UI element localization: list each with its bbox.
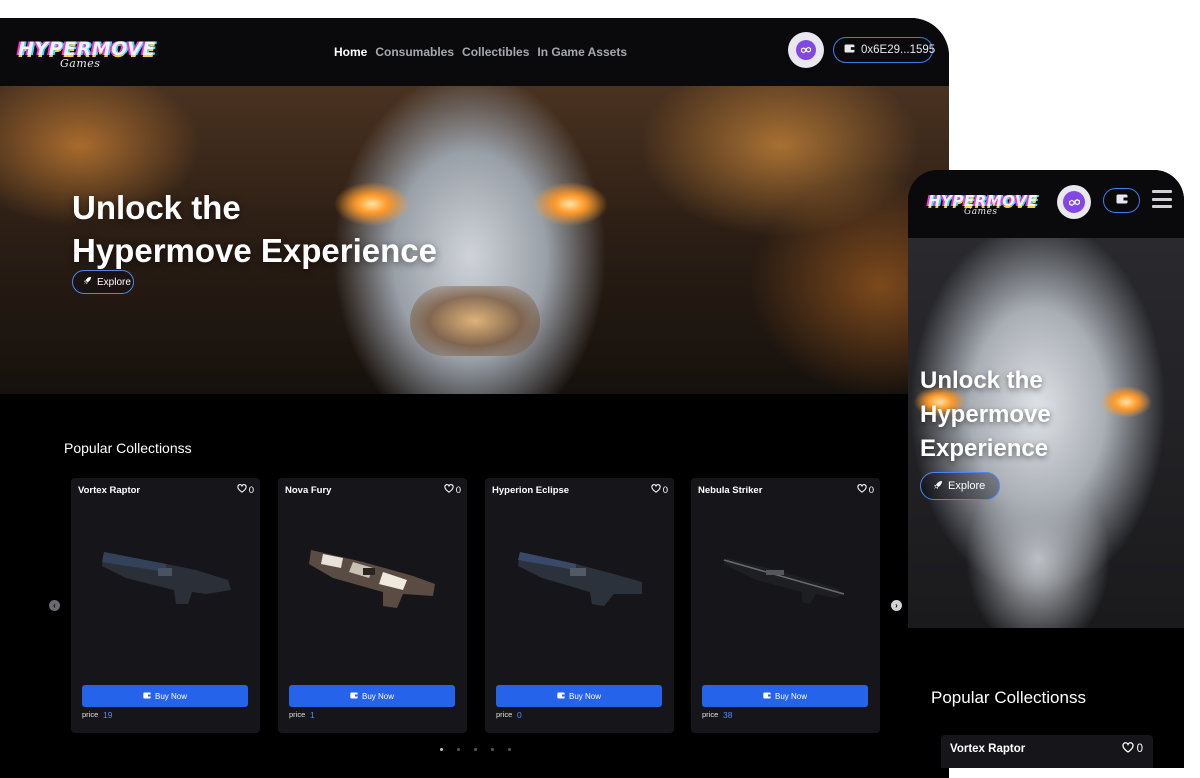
buy-now-button[interactable]: Buy Now bbox=[496, 685, 662, 707]
hero-robot-art bbox=[410, 286, 540, 356]
brand-logo[interactable]: HYPERMOVE Games bbox=[18, 38, 156, 70]
wallet-icon bbox=[763, 692, 771, 701]
price-value: 0 bbox=[517, 710, 522, 720]
carousel-pagination bbox=[440, 748, 511, 751]
chain-selector-button[interactable] bbox=[1057, 185, 1091, 219]
collection-card[interactable]: Vortex Raptor 0 bbox=[941, 735, 1153, 768]
polygon-icon bbox=[1063, 191, 1085, 213]
collection-card[interactable]: Hyperion Eclipse 0 Buy Now price 0 bbox=[485, 478, 674, 733]
wallet-button[interactable]: 0x6E29...1595 bbox=[833, 37, 936, 63]
explore-button[interactable]: Explore bbox=[920, 472, 1000, 500]
weapon-image bbox=[518, 552, 642, 606]
chevron-left-icon: ‹ bbox=[53, 601, 56, 610]
chevron-right-icon: › bbox=[895, 601, 898, 610]
wallet-icon bbox=[143, 692, 151, 701]
nav-link-home[interactable]: Home bbox=[334, 45, 367, 59]
chain-selector-button[interactable] bbox=[788, 32, 824, 68]
like-button[interactable]: 0 bbox=[444, 484, 461, 496]
like-button[interactable]: 0 bbox=[651, 484, 668, 496]
pagination-dot[interactable] bbox=[474, 748, 477, 751]
wallet-icon bbox=[1116, 194, 1128, 207]
price-value: 19 bbox=[103, 710, 113, 720]
weapon-image bbox=[102, 552, 231, 604]
heart-icon bbox=[237, 484, 247, 496]
weapon-image bbox=[309, 550, 435, 608]
hero-title: Unlock the Hypermove Experience bbox=[920, 367, 1051, 462]
wallet-button[interactable] bbox=[1103, 188, 1140, 213]
wallet-icon bbox=[844, 44, 855, 56]
rocket-icon bbox=[933, 480, 943, 493]
heart-icon bbox=[1121, 742, 1134, 756]
pagination-dot[interactable] bbox=[457, 748, 460, 751]
heart-icon bbox=[857, 484, 867, 496]
weapon-image bbox=[723, 558, 845, 604]
buy-now-button[interactable]: Buy Now bbox=[82, 685, 248, 707]
price-value: 38 bbox=[723, 710, 733, 720]
wallet-icon bbox=[557, 692, 565, 701]
collection-card[interactable]: Vortex Raptor 0 Buy Now price 19 bbox=[71, 478, 260, 733]
explore-button[interactable]: Explore bbox=[72, 270, 134, 294]
heart-icon bbox=[651, 484, 661, 496]
carousel-next-button[interactable]: › bbox=[891, 600, 902, 611]
top-navbar: HYPERMOVE Games Home Consumables Collect… bbox=[0, 18, 949, 86]
hero-title: Unlock the Hypermove Experience bbox=[72, 189, 438, 269]
buy-now-button[interactable]: Buy Now bbox=[702, 685, 868, 707]
buy-now-button[interactable]: Buy Now bbox=[289, 685, 455, 707]
pagination-dot[interactable] bbox=[440, 748, 443, 751]
section-title: Popular Collectionss bbox=[931, 688, 1086, 707]
section-title: Popular Collectionss bbox=[64, 440, 192, 456]
collection-card[interactable]: Nebula Striker 0 Buy Now price 38 bbox=[691, 478, 880, 733]
wallet-address: 0x6E29...1595 bbox=[861, 44, 936, 56]
rocket-icon bbox=[83, 276, 92, 288]
nav-link-collectibles[interactable]: Collectibles bbox=[462, 45, 529, 59]
nav-links: Home Consumables Collectibles In Game As… bbox=[334, 45, 627, 59]
carousel-prev-button[interactable]: ‹ bbox=[49, 600, 60, 611]
wallet-icon bbox=[350, 692, 358, 701]
price-value: 1 bbox=[310, 710, 315, 720]
hero-banner: Unlock the Hypermove Experience Explore bbox=[908, 238, 1184, 628]
like-button[interactable]: 0 bbox=[1121, 742, 1143, 756]
pagination-dot[interactable] bbox=[491, 748, 494, 751]
brand-logo[interactable]: HYPERMOVE Games bbox=[928, 192, 1038, 217]
polygon-icon bbox=[796, 40, 816, 60]
collection-card[interactable]: Nova Fury 0 Buy Now price 1 bbox=[278, 478, 467, 733]
heart-icon bbox=[444, 484, 454, 496]
mobile-navbar: HYPERMOVE Games bbox=[908, 170, 1184, 238]
hamburger-menu-icon[interactable] bbox=[1152, 190, 1172, 208]
like-button[interactable]: 0 bbox=[237, 484, 254, 496]
desktop-view: HYPERMOVE Games Home Consumables Collect… bbox=[0, 18, 949, 778]
pagination-dot[interactable] bbox=[508, 748, 511, 751]
like-button[interactable]: 0 bbox=[857, 484, 874, 496]
mobile-view: HYPERMOVE Games Unlock the Hypermove Exp… bbox=[908, 170, 1184, 768]
hero-banner: Unlock the Hypermove Experience Explore bbox=[0, 86, 949, 394]
nav-link-consumables[interactable]: Consumables bbox=[375, 45, 454, 59]
nav-link-in-game-assets[interactable]: In Game Assets bbox=[537, 45, 627, 59]
